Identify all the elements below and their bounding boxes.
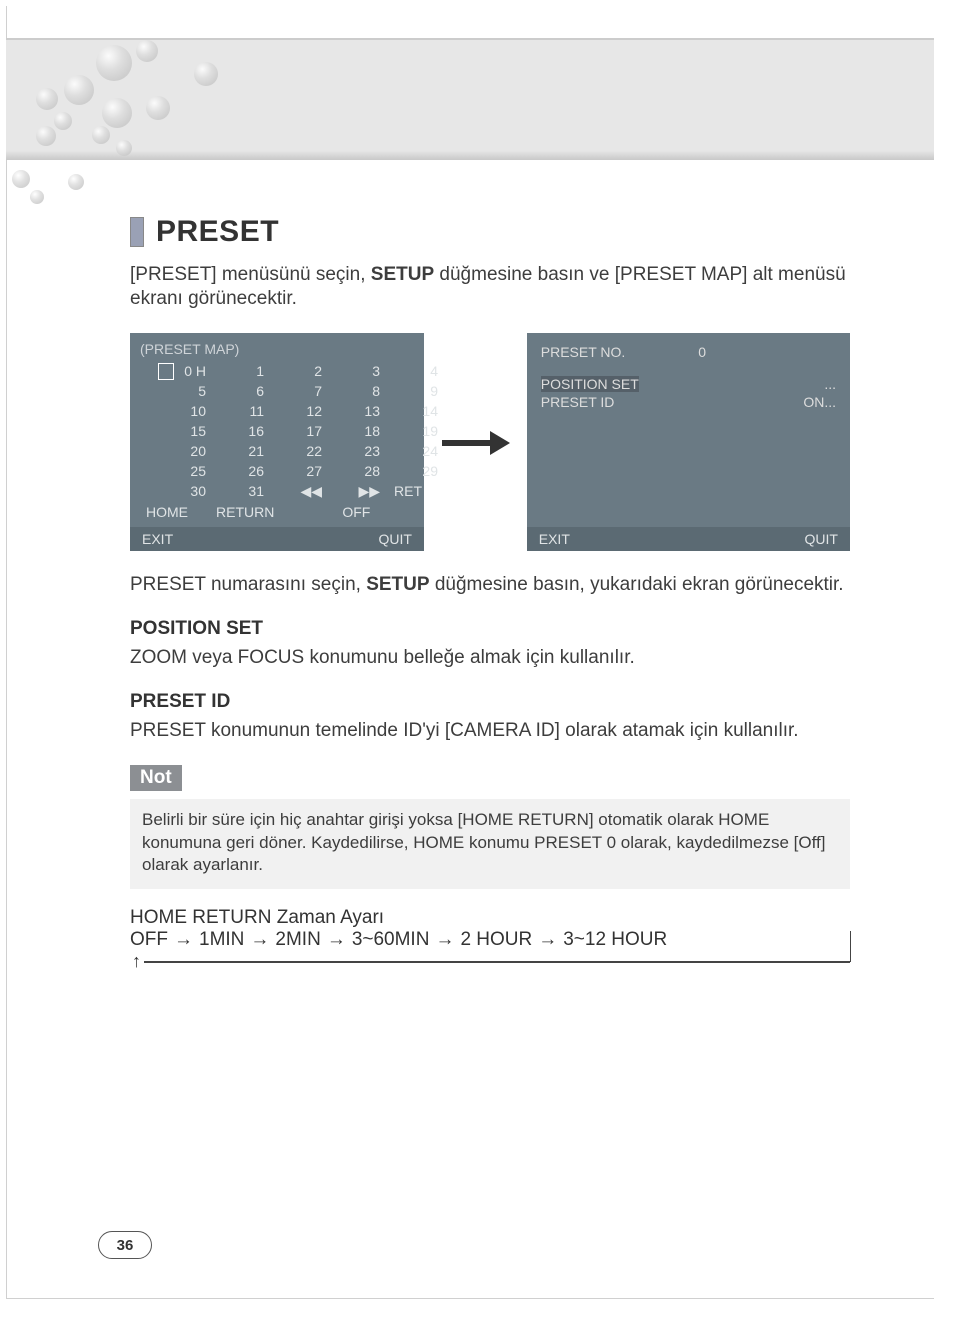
seq-item: 2 HOUR (460, 929, 532, 951)
intro-paragraph: [PRESET] menüsünü seçin, SETUP düğmesine… (130, 263, 850, 311)
grid-cell: 22 (278, 443, 322, 459)
grid-cell: 29 (394, 463, 438, 479)
exit-label: EXIT (142, 531, 173, 547)
preset-id-row: PRESET ID ON... (537, 393, 840, 411)
loop-arrow-icon: ↑ (130, 951, 850, 981)
grid-cell: 16 (220, 423, 264, 439)
arrow-right-icon: → (174, 929, 193, 951)
decorative-bubbles (6, 40, 266, 210)
grid-cell: 15 (162, 423, 206, 439)
title-bullet-icon (130, 217, 144, 247)
selection-box-icon (158, 363, 174, 380)
position-set-heading: POSITION SET (130, 618, 850, 640)
grid-cell: 12 (278, 403, 322, 419)
grid-cell: 4 (394, 363, 438, 379)
position-set-row: POSITION SET ... (537, 375, 840, 393)
grid-cell: 28 (336, 463, 380, 479)
arrow-right-icon: → (327, 929, 346, 951)
preset-detail-panel: PRESET NO. 0 POSITION SET ... PRESET ID … (527, 333, 850, 551)
exit-label: EXIT (539, 531, 570, 547)
seq-item: 1MIN (199, 929, 244, 951)
grid-cell: 21 (220, 443, 264, 459)
grid-cell: 8 (336, 383, 380, 399)
preset-map-bottom-row: HOME RETURN OFF (146, 504, 414, 520)
position-set-value: ... (824, 376, 836, 392)
return-label: RETURN (216, 504, 274, 520)
grid-cell: 30 (162, 483, 206, 500)
grid-cell: 10 (162, 403, 206, 419)
grid-cell: 23 (336, 443, 380, 459)
grid-cell: 7 (278, 383, 322, 399)
page-number: 36 (98, 1231, 152, 1259)
seq-item: 2MIN (275, 929, 320, 951)
seq-item: 3~12 HOUR (563, 929, 667, 951)
arrow-right-icon: → (435, 929, 454, 951)
note-tag: Not (130, 765, 182, 791)
panels-row: (PRESET MAP) 0 H 1 2 3 4 5 6 7 8 9 10 11… (130, 333, 850, 551)
grid-cell: 6 (220, 383, 264, 399)
preset-no-value: 0 (698, 344, 706, 360)
grid-cell: 3 (336, 363, 380, 379)
quit-label: QUIT (805, 531, 838, 547)
after-pre: PRESET numarasını seçin, (130, 574, 366, 595)
grid-cell: 13 (336, 403, 380, 419)
intro-pre: [PRESET] menüsünü seçin, (130, 264, 371, 285)
after-post: düğmesine basın, yukarıdaki ekran görüne… (430, 574, 844, 595)
forward-icon: ▶▶ (336, 483, 380, 500)
grid-cell: 19 (394, 423, 438, 439)
home-return-title: HOME RETURN Zaman Ayarı (130, 907, 850, 929)
grid-cell: 31 (220, 483, 264, 500)
content-area: PRESET [PRESET] menüsünü seçin, SETUP dü… (130, 215, 850, 981)
preset-no-row: PRESET NO. 0 (537, 343, 840, 361)
grid-cell: 14 (394, 403, 438, 419)
after-bold: SETUP (366, 574, 429, 595)
preset-map-title: (PRESET MAP) (140, 341, 414, 357)
preset-map-panel: (PRESET MAP) 0 H 1 2 3 4 5 6 7 8 9 10 11… (130, 333, 424, 551)
arrow-right-icon (442, 427, 509, 457)
arrow-right-icon: → (250, 929, 269, 951)
grid-cell: 24 (394, 443, 438, 459)
arrow-right-icon: → (538, 929, 557, 951)
quit-label: QUIT (379, 531, 412, 547)
preset-no-label: PRESET NO. (541, 344, 626, 360)
grid-cell: 9 (394, 383, 438, 399)
grid-cell: 5 (162, 383, 206, 399)
grid-cell: 11 (220, 403, 264, 419)
preset-id-heading: PRESET ID (130, 691, 850, 713)
position-set-label: POSITION SET (541, 376, 639, 392)
preset-id-body: PRESET konumunun temelinde ID'yi [CAMERA… (130, 719, 850, 742)
seq-item: 3~60MIN (352, 929, 430, 951)
page-title: PRESET (156, 215, 279, 249)
grid-cell: 27 (278, 463, 322, 479)
preset-map-grid: 0 H 1 2 3 4 5 6 7 8 9 10 11 12 13 14 15 … (162, 363, 414, 500)
grid-cell: 1 (220, 363, 264, 379)
grid-cell: 26 (220, 463, 264, 479)
preset-id-row-value: ON... (803, 394, 836, 410)
grid-cell: 2 (278, 363, 322, 379)
rewind-icon: ◀◀ (278, 483, 322, 500)
grid-cell: 20 (162, 443, 206, 459)
grid-cell: 18 (336, 423, 380, 439)
off-label: OFF (342, 504, 370, 520)
note-box: Belirli bir süre için hiç anahtar girişi… (130, 799, 850, 890)
grid-cell: 17 (278, 423, 322, 439)
seq-item: OFF (130, 929, 168, 951)
after-panels-paragraph: PRESET numarasını seçin, SETUP düğmesine… (130, 573, 850, 597)
preset-map-footer: EXIT QUIT (130, 527, 424, 551)
home-return-sequence: OFF → 1MIN → 2MIN → 3~60MIN → 2 HOUR → 3… (130, 929, 850, 981)
home-label: HOME (146, 504, 188, 520)
section-title-row: PRESET (130, 215, 850, 249)
grid-cell-ret: RET (394, 483, 438, 500)
preset-id-row-label: PRESET ID (541, 394, 615, 410)
intro-bold: SETUP (371, 264, 434, 285)
preset-detail-footer: EXIT QUIT (527, 527, 850, 551)
position-set-body: ZOOM veya FOCUS konumunu belleğe almak i… (130, 646, 850, 669)
grid-cell: 25 (162, 463, 206, 479)
